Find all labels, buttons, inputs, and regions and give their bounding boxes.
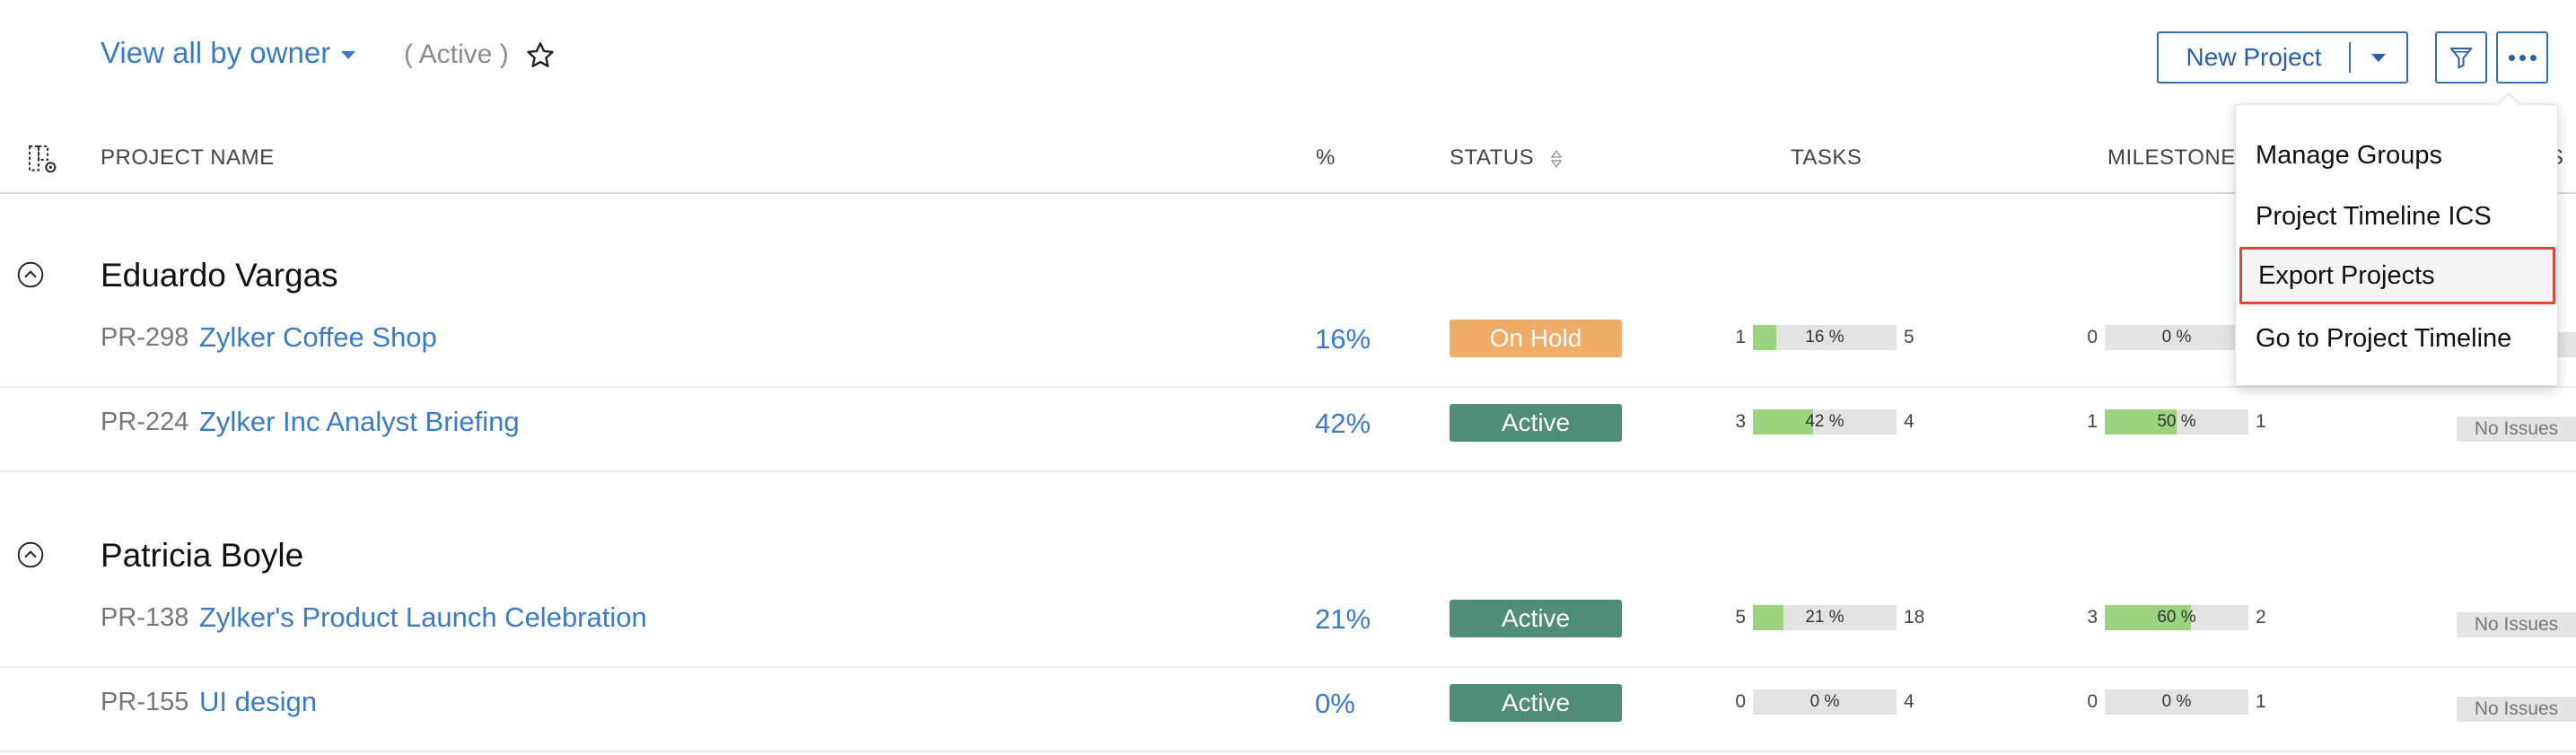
tasks-closed: 4 bbox=[1904, 411, 1914, 432]
filter-icon bbox=[2449, 48, 2473, 69]
milestones-bar: 0 % bbox=[2105, 325, 2248, 350]
tasks-progress: 3 42 % 4 bbox=[1728, 409, 1914, 435]
new-project-split-button: New Project bbox=[2157, 31, 2408, 83]
column-milestones[interactable]: MILESTONES bbox=[2107, 145, 2250, 171]
milestones-progress: 0 0 % bbox=[2080, 325, 2256, 350]
active-filter-label: ( Active ) bbox=[404, 40, 509, 69]
owner-name: Patricia Boyle bbox=[101, 537, 304, 574]
project-id: PR-138 bbox=[101, 603, 189, 632]
milestones-closed: 1 bbox=[2256, 411, 2266, 432]
tasks-bar: 21 % bbox=[1753, 605, 1897, 630]
tasks-percent: 0 % bbox=[1809, 692, 1840, 711]
menu-item-export-projects[interactable]: Export Projects bbox=[2239, 247, 2555, 304]
issues-badge: No Issues bbox=[2457, 612, 2576, 637]
menu-item-project-timeline-ics[interactable]: Project Timeline ICS bbox=[2239, 188, 2555, 245]
tasks-open: 1 bbox=[1735, 327, 1746, 347]
tasks-closed: 18 bbox=[1904, 607, 1925, 628]
tasks-bar: 16 % bbox=[1753, 325, 1897, 350]
milestones-bar: 60 % bbox=[2105, 605, 2248, 630]
tasks-percent: 16 % bbox=[1805, 328, 1844, 347]
milestones-percent: 0 % bbox=[2161, 692, 2192, 711]
project-id: PR-298 bbox=[101, 323, 189, 352]
project-percent: 16% bbox=[1315, 323, 1371, 355]
tasks-closed: 4 bbox=[1904, 691, 1914, 712]
table-row: PR-298 Zylker Coffee Shop 16% On Hold 1 … bbox=[0, 303, 2576, 388]
project-id: PR-224 bbox=[101, 408, 189, 436]
more-options-button[interactable] bbox=[2496, 31, 2548, 83]
project-id: PR-155 bbox=[101, 688, 189, 716]
sort-icon bbox=[1551, 149, 1563, 168]
menu-item-manage-groups[interactable]: Manage Groups bbox=[2239, 127, 2555, 184]
collapse-group-icon[interactable] bbox=[16, 540, 45, 569]
tasks-progress: 1 16 % 5 bbox=[1728, 325, 1914, 350]
column-status-label: STATUS bbox=[1450, 145, 1535, 170]
milestones-open: 0 bbox=[2087, 327, 2098, 347]
tasks-percent: 21 % bbox=[1805, 608, 1844, 627]
table-row: PR-224 Zylker Inc Analyst Briefing 42% A… bbox=[0, 388, 2576, 472]
milestones-closed: 2 bbox=[2256, 607, 2266, 628]
column-percent[interactable]: % bbox=[1316, 145, 1336, 171]
view-selector-label: View all by owner bbox=[101, 36, 331, 69]
tasks-open: 0 bbox=[1735, 691, 1746, 712]
status-badge[interactable]: Active bbox=[1450, 600, 1622, 637]
top-bar: View all by owner ( Active ) New Project bbox=[0, 0, 2576, 117]
issues-badge: No Issues bbox=[2457, 417, 2576, 442]
table-row: PR-138 Zylker's Product Launch Celebrati… bbox=[0, 584, 2576, 668]
milestones-percent: 50 % bbox=[2157, 412, 2196, 431]
tasks-progress: 0 0 % 4 bbox=[1728, 689, 1914, 715]
status-badge[interactable]: On Hold bbox=[1450, 320, 1622, 357]
tasks-open: 5 bbox=[1735, 607, 1746, 628]
more-options-menu: Manage Groups Project Timeline ICS Expor… bbox=[2235, 92, 2558, 386]
table-row: PR-155 UI design 0% Active 0 0 % 4 0 0 %… bbox=[0, 668, 2576, 752]
new-project-dropdown-button[interactable] bbox=[2351, 33, 2406, 82]
filter-button[interactable] bbox=[2435, 31, 2487, 83]
collapse-group-icon[interactable] bbox=[16, 260, 45, 289]
tasks-progress: 5 21 % 18 bbox=[1728, 605, 1924, 630]
tasks-bar: 0 % bbox=[1753, 689, 1897, 715]
milestones-progress: 0 0 % 1 bbox=[2080, 689, 2266, 715]
caret-down-icon bbox=[2371, 53, 2386, 62]
column-settings-icon[interactable] bbox=[25, 142, 61, 178]
project-name-link[interactable]: Zylker Coffee Shop bbox=[199, 321, 437, 354]
star-icon[interactable] bbox=[524, 40, 556, 72]
project-percent: 21% bbox=[1315, 603, 1371, 635]
milestones-progress: 3 60 % 2 bbox=[2080, 605, 2266, 630]
milestones-progress: 1 50 % 1 bbox=[2080, 409, 2266, 435]
status-badge[interactable]: Active bbox=[1450, 684, 1622, 722]
milestones-open: 1 bbox=[2087, 411, 2098, 432]
column-project-name[interactable]: PROJECT NAME bbox=[101, 145, 275, 171]
tasks-percent: 42 % bbox=[1805, 412, 1844, 431]
project-percent: 42% bbox=[1315, 408, 1371, 439]
tasks-open: 3 bbox=[1735, 411, 1746, 432]
column-tasks[interactable]: TASKS bbox=[1791, 145, 1862, 171]
group-header: Patricia Boyle bbox=[0, 537, 2576, 591]
project-name-link[interactable]: Zylker Inc Analyst Briefing bbox=[199, 406, 520, 438]
milestones-bar: 0 % bbox=[2105, 689, 2248, 715]
milestones-percent: 60 % bbox=[2157, 608, 2196, 627]
milestones-closed: 1 bbox=[2256, 691, 2266, 712]
milestones-bar: 50 % bbox=[2105, 409, 2248, 435]
milestones-percent: 0 % bbox=[2161, 328, 2192, 347]
view-selector[interactable]: View all by owner bbox=[101, 36, 356, 70]
group-header: Eduardo Vargas bbox=[0, 257, 2576, 311]
issues-badge: No Issues bbox=[2457, 697, 2576, 722]
project-name-link[interactable]: UI design bbox=[199, 686, 317, 718]
table-header: PROJECT NAME % STATUS TASKS MILESTONES S bbox=[0, 135, 2576, 194]
milestones-open: 0 bbox=[2087, 691, 2098, 712]
owner-name: Eduardo Vargas bbox=[101, 257, 338, 294]
tasks-bar: 42 % bbox=[1753, 409, 1897, 435]
tasks-closed: 5 bbox=[1904, 327, 1914, 347]
milestones-open: 3 bbox=[2087, 607, 2098, 628]
caret-down-icon bbox=[341, 50, 356, 59]
new-project-button[interactable]: New Project bbox=[2159, 33, 2349, 82]
menu-item-go-to-project-timeline[interactable]: Go to Project Timeline bbox=[2239, 310, 2555, 367]
project-name-link[interactable]: Zylker's Product Launch Celebration bbox=[199, 601, 647, 634]
column-status[interactable]: STATUS bbox=[1450, 145, 1564, 171]
project-percent: 0% bbox=[1315, 688, 1355, 719]
ellipsis-icon bbox=[2508, 54, 2537, 61]
status-badge[interactable]: Active bbox=[1450, 404, 1622, 442]
